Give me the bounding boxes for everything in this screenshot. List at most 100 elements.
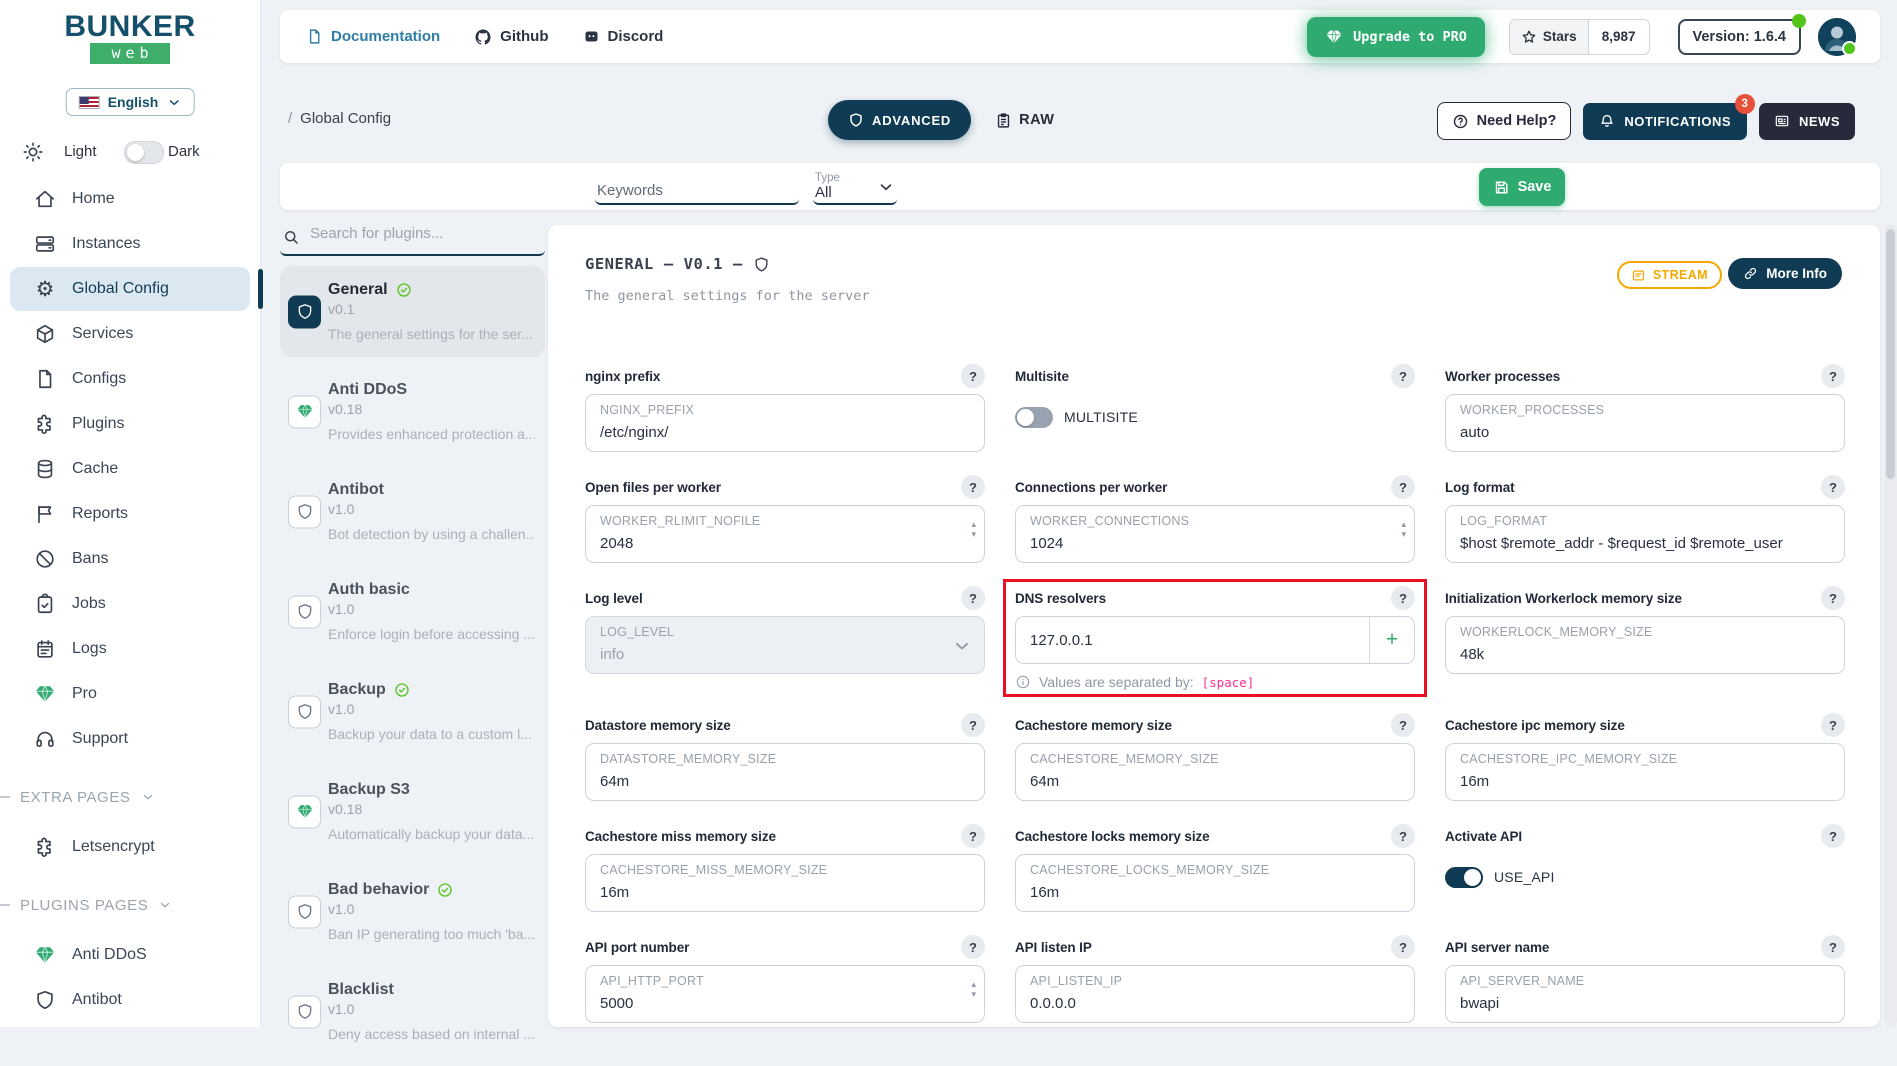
documentation-link[interactable]: Documentation — [306, 28, 440, 45]
sidebar-section-extra-pages[interactable]: EXTRA PAGES — [0, 783, 260, 811]
field-input[interactable]: API_HTTP_PORT5000▴▾ — [585, 965, 985, 1023]
help-icon[interactable]: ? — [1821, 364, 1845, 388]
field-input[interactable]: API_LISTEN_IP0.0.0.0 — [1015, 965, 1415, 1023]
raw-mode-button[interactable]: RAW — [995, 112, 1054, 129]
field-input[interactable]: CACHESTORE_IPC_MEMORY_SIZE16m — [1445, 743, 1845, 801]
sidebar-item-logs[interactable]: Logs — [10, 627, 250, 671]
field-input[interactable]: CACHESTORE_LOCKS_MEMORY_SIZE16m — [1015, 854, 1415, 912]
sidebar-item-services[interactable]: Services — [10, 312, 250, 356]
sidebar-item-jobs[interactable]: Jobs — [10, 582, 250, 626]
field-input[interactable]: API_SERVER_NAMEbwapi — [1445, 965, 1845, 1023]
number-stepper[interactable]: ▴▾ — [971, 519, 976, 539]
field-value: auto — [1460, 422, 1830, 444]
help-icon[interactable]: ? — [961, 586, 985, 610]
plugin-desc: Backup your data to a custom l... — [328, 726, 535, 742]
field-input[interactable]: WORKER_RLIMIT_NOFILE2048▴▾ — [585, 505, 985, 563]
plugin-item-blacklist[interactable]: Blacklistv1.0Deny access based on intern… — [280, 966, 545, 1057]
help-icon[interactable]: ? — [961, 824, 985, 848]
help-icon[interactable]: ? — [961, 935, 985, 959]
github-link[interactable]: Github — [474, 28, 548, 46]
need-help-button[interactable]: Need Help? — [1437, 102, 1572, 140]
plugin-item-bad-behavior[interactable]: Bad behaviorv1.0Ban IP generating too mu… — [280, 866, 545, 957]
notifications-button[interactable]: NOTIFICATIONS 3 — [1583, 103, 1747, 140]
field-input[interactable]: CACHESTORE_MEMORY_SIZE64m — [1015, 743, 1415, 801]
sidebar-item-anti-ddos[interactable]: Anti DDoS — [10, 933, 250, 977]
field-input[interactable]: LOG_FORMAT$host $remote_addr - $request_… — [1445, 505, 1845, 563]
sidebar-item-cache[interactable]: Cache — [10, 447, 250, 491]
help-icon[interactable]: ? — [1821, 475, 1845, 499]
help-icon[interactable]: ? — [1391, 475, 1415, 499]
section-dash — [0, 796, 10, 798]
field-input[interactable]: WORKERLOCK_MEMORY_SIZE48k — [1445, 616, 1845, 674]
sidebar-item-home[interactable]: Home — [10, 177, 250, 221]
plugin-item-backup[interactable]: Backupv1.0Backup your data to a custom l… — [280, 666, 545, 757]
plugin-item-anti-ddos[interactable]: Anti DDoSv0.18Provides enhanced protecti… — [280, 366, 545, 457]
github-stars-badge[interactable]: Stars 8,987 — [1509, 19, 1650, 55]
field-value: bwapi — [1460, 993, 1830, 1015]
field-input[interactable]: DATASTORE_MEMORY_SIZE64m — [585, 743, 985, 801]
keywords-input[interactable] — [595, 178, 799, 205]
toggle-use-api[interactable] — [1445, 867, 1483, 888]
sidebar-item-pro[interactable]: Pro — [10, 672, 250, 716]
sidebar-item-label: Home — [72, 190, 115, 208]
help-icon[interactable]: ? — [961, 713, 985, 737]
advanced-mode-button[interactable]: ADVANCED — [828, 100, 971, 140]
theme-toggle[interactable] — [124, 141, 164, 164]
help-icon[interactable]: ? — [1821, 713, 1845, 737]
help-icon[interactable]: ? — [1821, 935, 1845, 959]
field-open-files-per-worker: Open files per worker?WORKER_RLIMIT_NOFI… — [585, 476, 985, 563]
save-button[interactable]: Save — [1479, 168, 1565, 206]
upgrade-to-pro-button[interactable]: Upgrade to PRO — [1307, 17, 1485, 57]
number-stepper[interactable]: ▴▾ — [1401, 519, 1406, 539]
plugin-item-antibot[interactable]: Antibotv1.0Bot detection by using a chal… — [280, 466, 545, 557]
field-value-input[interactable]: 127.0.0.1 — [1016, 617, 1369, 663]
field-value: 64m — [600, 771, 970, 793]
help-icon[interactable]: ? — [1391, 364, 1415, 388]
avatar[interactable] — [1818, 18, 1856, 56]
sidebar-item-reports[interactable]: Reports — [10, 492, 250, 536]
help-icon[interactable]: ? — [1391, 935, 1415, 959]
add-value-button[interactable]: + — [1369, 617, 1414, 663]
sidebar-item-bans[interactable]: Bans — [10, 537, 250, 581]
sidebar-section-plugins-pages[interactable]: PLUGINS PAGES — [0, 891, 260, 919]
field-input[interactable]: WORKER_CONNECTIONS1024▴▾ — [1015, 505, 1415, 563]
field-select[interactable]: LOG_LEVELinfo — [585, 616, 985, 674]
plugin-item-backup-s3[interactable]: Backup S3v0.18Automatically backup your … — [280, 766, 545, 857]
panel-scrollbar[interactable] — [1884, 225, 1897, 1027]
language-selector[interactable]: English — [66, 88, 195, 116]
toggle-multisite[interactable] — [1015, 407, 1053, 428]
sidebar-item-instances[interactable]: Instances — [10, 222, 250, 266]
help-icon[interactable]: ? — [1391, 824, 1415, 848]
discord-link[interactable]: Discord — [583, 28, 664, 45]
help-icon[interactable]: ? — [1821, 586, 1845, 610]
plugin-search-input[interactable] — [308, 224, 537, 243]
number-stepper[interactable]: ▴▾ — [971, 979, 976, 999]
plugin-item-auth-basic[interactable]: Auth basicv1.0Enforce login before acces… — [280, 566, 545, 657]
sidebar-item-support[interactable]: Support — [10, 717, 250, 761]
sidebar-item-antibot[interactable]: Antibot — [10, 978, 250, 1022]
sidebar-item-plugins[interactable]: Plugins — [10, 402, 250, 446]
more-info-button[interactable]: More Info — [1728, 258, 1842, 289]
field-label: Activate API — [1445, 829, 1522, 844]
help-icon[interactable]: ? — [1821, 824, 1845, 848]
plugin-item-general[interactable]: Generalv0.1The general settings for the … — [280, 266, 545, 357]
sidebar-item-letsencrypt[interactable]: Letsencrypt — [10, 825, 250, 869]
topbar: Documentation Github Discord Upgrade to … — [280, 10, 1880, 63]
type-select[interactable]: Type All — [813, 172, 897, 205]
help-icon[interactable]: ? — [1391, 586, 1415, 610]
field-input[interactable]: WORKER_PROCESSESauto — [1445, 394, 1845, 452]
help-icon[interactable]: ? — [961, 364, 985, 388]
shield-icon — [296, 903, 314, 921]
plugin-name: Blacklist — [328, 980, 394, 999]
field-label: Worker processes — [1445, 369, 1560, 384]
bunkerweb-logo[interactable]: BUNKER web — [0, 12, 260, 64]
sidebar-item-configs[interactable]: Configs — [10, 357, 250, 401]
field-input[interactable]: NGINX_PREFIX/etc/nginx/ — [585, 394, 985, 452]
help-icon[interactable]: ? — [961, 475, 985, 499]
scrollbar-thumb[interactable] — [1886, 229, 1895, 479]
check-circle-icon — [396, 282, 412, 298]
news-button[interactable]: NEWS — [1759, 103, 1855, 140]
field-input[interactable]: CACHESTORE_MISS_MEMORY_SIZE16m — [585, 854, 985, 912]
help-icon[interactable]: ? — [1391, 713, 1415, 737]
sidebar-item-global-config[interactable]: ⚙Global Config — [10, 267, 250, 311]
